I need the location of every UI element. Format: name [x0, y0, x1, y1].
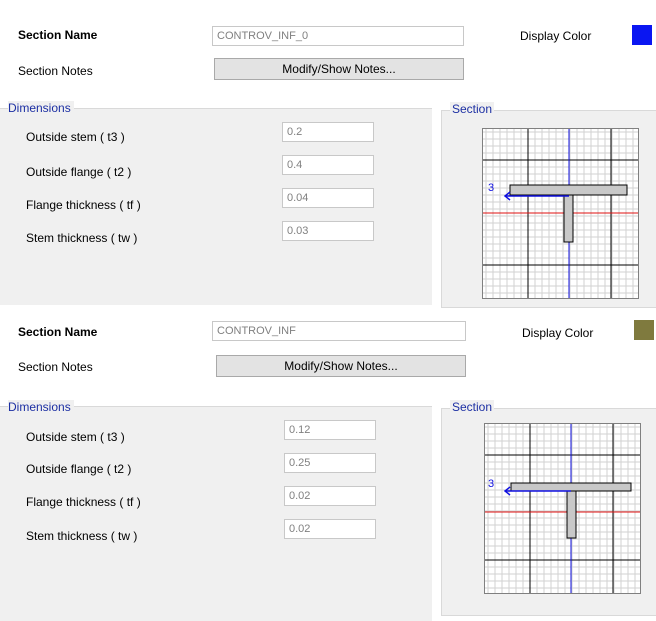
outside-stem-label: Outside stem ( t3 ) — [26, 130, 125, 144]
tee-flange-shape — [510, 482, 632, 492]
display-color-swatch[interactable] — [632, 25, 652, 45]
flange-thickness-input[interactable]: 0.02 — [284, 486, 376, 506]
tee-stem-shape — [563, 194, 574, 243]
outside-flange-label: Outside flange ( t2 ) — [26, 165, 132, 179]
tee-flange-shape — [509, 184, 628, 196]
display-color-label: Display Color — [520, 29, 592, 43]
outside-flange-input[interactable]: 0.25 — [284, 453, 376, 473]
section-drawing: 3 — [483, 129, 638, 298]
dimensions-title: Dimensions — [8, 101, 74, 115]
modify-show-notes-button[interactable]: Modify/Show Notes... — [216, 355, 466, 377]
axis-3-label: 3 — [488, 182, 494, 194]
section-preview-canvas: 3 — [484, 423, 641, 594]
flange-thickness-label: Flange thickness ( tf ) — [26, 495, 141, 509]
section-panel-2: Section Name CONTROV_INF Display Color S… — [0, 312, 656, 621]
stem-thickness-label: Stem thickness ( tw ) — [26, 231, 138, 245]
flange-thickness-input[interactable]: 0.04 — [282, 188, 374, 208]
section-preview-canvas: 3 — [482, 128, 639, 299]
outside-stem-input[interactable]: 0.12 — [284, 420, 376, 440]
section-notes-label: Section Notes — [18, 64, 93, 78]
section-preview-title: Section — [450, 102, 495, 116]
stem-thickness-label: Stem thickness ( tw ) — [26, 529, 138, 543]
tee-stem-shape — [566, 490, 577, 539]
section-notes-label: Section Notes — [18, 360, 93, 374]
dimensions-title: Dimensions — [8, 400, 74, 414]
section-name-input[interactable]: CONTROV_INF — [212, 321, 466, 341]
axis-3-label: 3 — [488, 478, 494, 490]
section-name-label: Section Name — [18, 325, 98, 339]
stem-thickness-input[interactable]: 0.03 — [282, 221, 374, 241]
section-panel-1: Section Name CONTROV_INF_0 Display Color… — [0, 0, 656, 308]
outside-flange-label: Outside flange ( t2 ) — [26, 462, 132, 476]
section-drawing: 3 — [485, 424, 640, 593]
display-color-label: Display Color — [522, 326, 594, 340]
section-name-input[interactable]: CONTROV_INF_0 — [212, 26, 464, 46]
flange-thickness-label: Flange thickness ( tf ) — [26, 198, 141, 212]
modify-show-notes-button[interactable]: Modify/Show Notes... — [214, 58, 464, 80]
outside-stem-input[interactable]: 0.2 — [282, 122, 374, 142]
section-preview-title: Section — [450, 400, 495, 414]
display-color-swatch[interactable] — [634, 320, 654, 340]
outside-stem-label: Outside stem ( t3 ) — [26, 430, 125, 444]
stem-thickness-input[interactable]: 0.02 — [284, 519, 376, 539]
section-name-label: Section Name — [18, 28, 98, 42]
outside-flange-input[interactable]: 0.4 — [282, 155, 374, 175]
